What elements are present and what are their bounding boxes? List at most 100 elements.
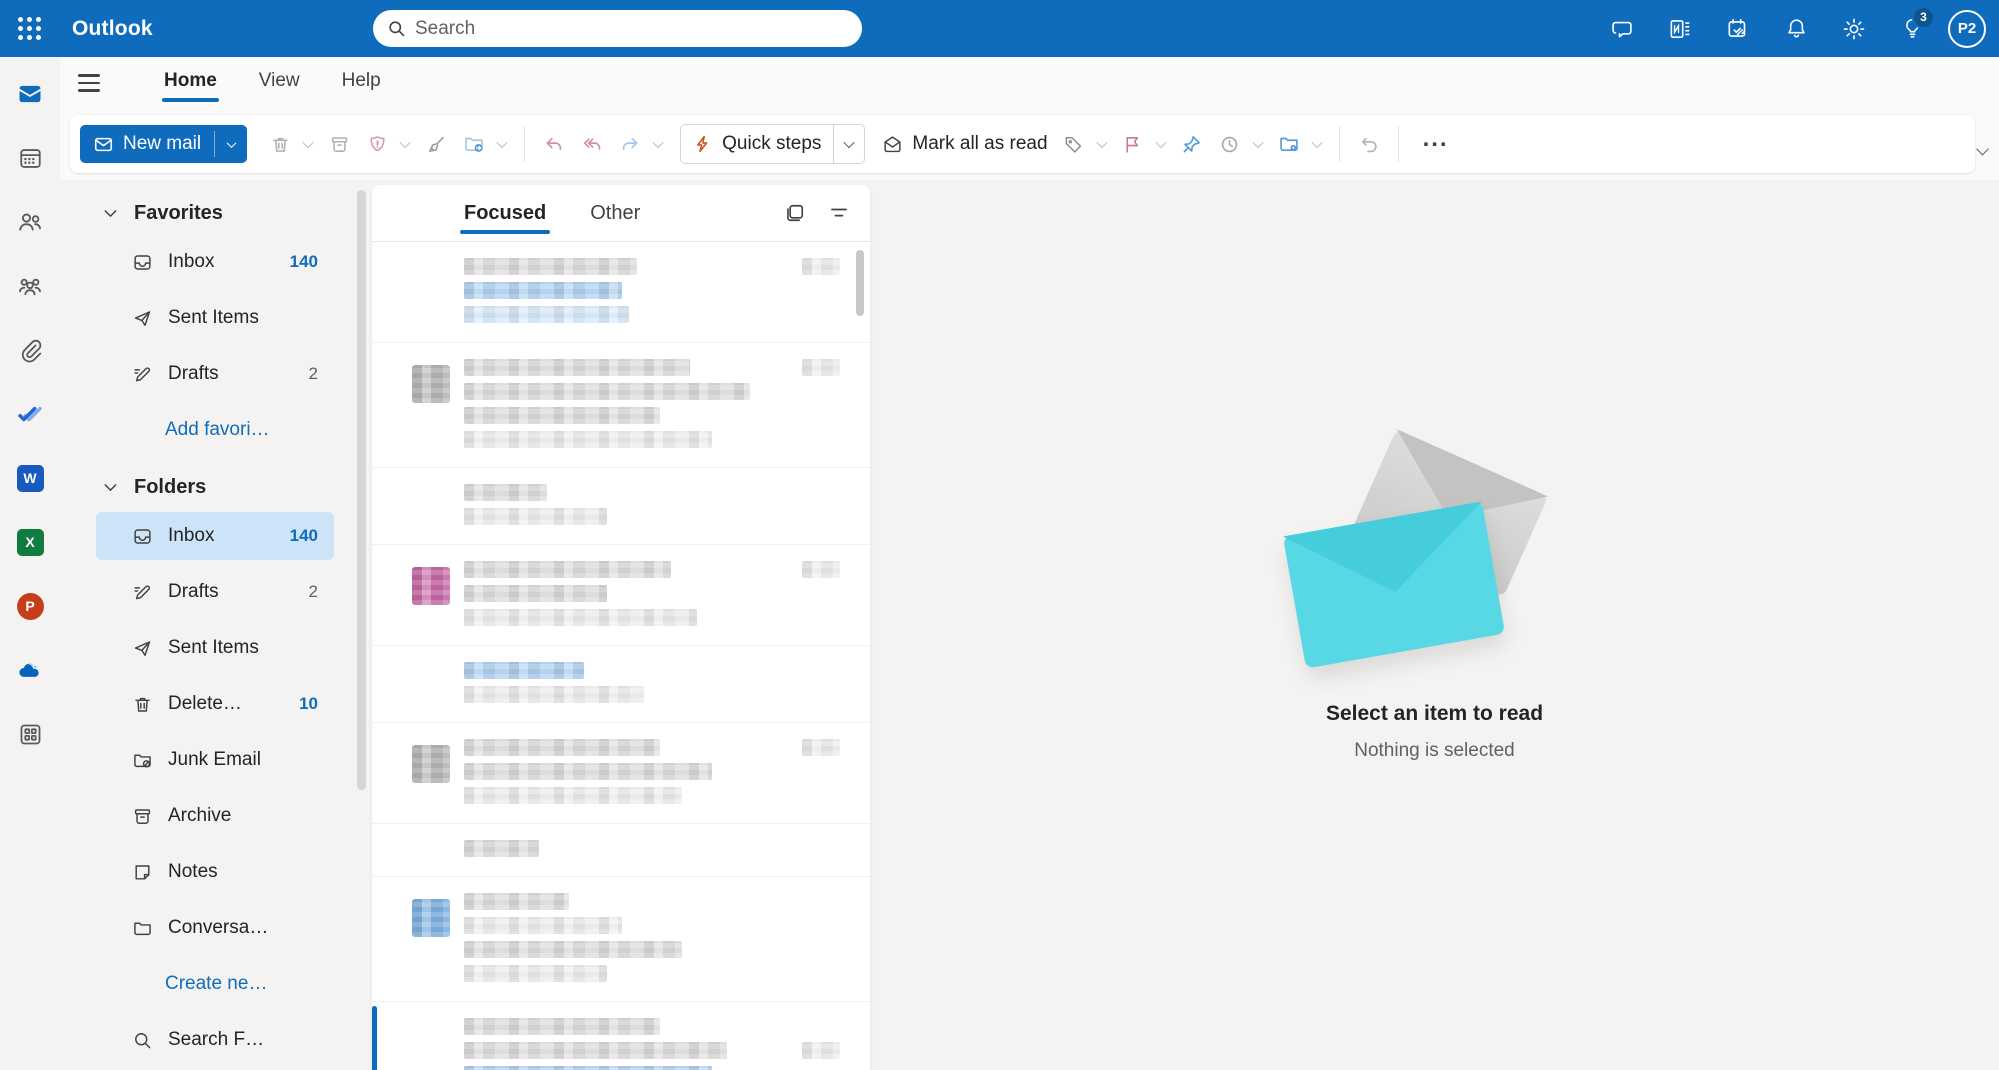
email-list-item[interactable] bbox=[372, 545, 870, 646]
folder-item-folder[interactable]: Conversa… bbox=[96, 904, 334, 952]
folder-section-header[interactable]: Favorites bbox=[60, 188, 372, 238]
chevron-down-icon bbox=[1976, 142, 1989, 155]
people-icon bbox=[16, 208, 44, 236]
folder-section-label: Folders bbox=[134, 476, 206, 499]
report-dropdown[interactable] bbox=[396, 125, 414, 163]
tag-button[interactable] bbox=[1055, 125, 1093, 163]
rail-files-button[interactable] bbox=[6, 321, 54, 379]
archive-button[interactable] bbox=[320, 125, 358, 163]
flag-button[interactable] bbox=[1114, 125, 1152, 163]
folder-item-inbox[interactable]: Inbox140 bbox=[96, 238, 334, 286]
onenote-feed-icon bbox=[1667, 16, 1693, 42]
select-messages-button[interactable] bbox=[778, 196, 812, 230]
settings-button[interactable] bbox=[1829, 4, 1879, 54]
hamburger-icon bbox=[78, 74, 100, 91]
rail-powerpoint-button[interactable]: P bbox=[6, 577, 54, 635]
delete-button[interactable] bbox=[261, 125, 299, 163]
rail-people-button[interactable] bbox=[6, 193, 54, 251]
folder-item-drafts[interactable]: Drafts2 bbox=[96, 568, 334, 616]
junk-email-icon bbox=[132, 750, 153, 771]
sweep-button[interactable] bbox=[417, 125, 455, 163]
folder-item-junk[interactable]: Junk Email bbox=[96, 736, 334, 784]
tab-view[interactable]: View bbox=[245, 60, 314, 106]
reading-pane: Select an item to read Nothing is select… bbox=[870, 185, 1999, 1070]
app-launcher-button[interactable] bbox=[0, 0, 58, 57]
teams-chat-button[interactable] bbox=[1597, 4, 1647, 54]
redacted-text-row bbox=[464, 965, 840, 982]
rail-calendar-button[interactable] bbox=[6, 129, 54, 187]
email-list-item[interactable] bbox=[372, 646, 870, 723]
filter-button[interactable] bbox=[822, 196, 856, 230]
tag-dropdown[interactable] bbox=[1093, 125, 1111, 163]
more-options-button[interactable]: ... bbox=[1409, 125, 1463, 163]
rail-more-apps-button[interactable] bbox=[6, 705, 54, 763]
rules-dropdown[interactable] bbox=[1308, 125, 1326, 163]
forward-button[interactable] bbox=[611, 125, 649, 163]
notifications-button[interactable] bbox=[1771, 4, 1821, 54]
rail-todo-button[interactable] bbox=[6, 385, 54, 443]
drafts-icon bbox=[132, 582, 153, 603]
rail-excel-button[interactable]: X bbox=[6, 513, 54, 571]
folder-pane-scrollbar[interactable] bbox=[357, 190, 366, 790]
undo-button[interactable] bbox=[1350, 125, 1388, 163]
reply-button[interactable] bbox=[535, 125, 573, 163]
search-input[interactable] bbox=[415, 18, 848, 40]
rail-word-button[interactable]: W bbox=[6, 449, 54, 507]
move-to-dropdown[interactable] bbox=[493, 125, 511, 163]
folder-item-send[interactable]: Sent Items bbox=[96, 624, 334, 672]
email-list-item[interactable] bbox=[372, 1002, 870, 1070]
mark-all-read-button[interactable]: Mark all as read bbox=[875, 125, 1054, 163]
rail-onedrive-button[interactable] bbox=[6, 641, 54, 699]
tab-focused[interactable]: Focused bbox=[450, 185, 560, 241]
my-day-button[interactable] bbox=[1713, 4, 1763, 54]
folder-item-send[interactable]: Sent Items bbox=[96, 294, 334, 342]
reply-all-button[interactable] bbox=[573, 125, 611, 163]
folder-pane-toggle-button[interactable] bbox=[60, 57, 118, 109]
folder-item-search[interactable]: Search F… bbox=[96, 1016, 334, 1064]
snooze-dropdown[interactable] bbox=[1249, 125, 1267, 163]
quick-steps-button[interactable]: Quick steps bbox=[681, 125, 833, 163]
redacted-timestamp bbox=[802, 258, 840, 275]
folder-item-inbox[interactable]: Inbox140 bbox=[96, 512, 334, 560]
folder-count: 2 bbox=[309, 582, 318, 602]
snooze-button[interactable] bbox=[1211, 125, 1249, 163]
rail-groups-button[interactable] bbox=[6, 257, 54, 315]
tab-other[interactable]: Other bbox=[576, 185, 654, 241]
folder-pane-link[interactable]: Create ne… bbox=[96, 960, 336, 1008]
tips-button[interactable]: 3 bbox=[1887, 4, 1937, 54]
folder-item-drafts[interactable]: Drafts2 bbox=[96, 350, 334, 398]
email-list-item[interactable] bbox=[372, 468, 870, 545]
folder-item-notes[interactable]: Notes bbox=[96, 848, 334, 896]
email-list-item[interactable] bbox=[372, 242, 870, 343]
quick-steps-dropdown[interactable] bbox=[834, 125, 864, 163]
email-list-item[interactable] bbox=[372, 343, 870, 468]
folder-item-trash[interactable]: Delete…10 bbox=[96, 680, 334, 728]
email-list-item[interactable] bbox=[372, 824, 870, 877]
delete-dropdown[interactable] bbox=[299, 125, 317, 163]
rules-button[interactable] bbox=[1270, 125, 1308, 163]
collapse-ribbon-button[interactable] bbox=[1969, 137, 1995, 163]
tab-home[interactable]: Home bbox=[150, 60, 231, 106]
folder-pane-link[interactable]: Add favori… bbox=[96, 406, 336, 454]
move-to-button[interactable] bbox=[455, 125, 493, 163]
folder-item-archive[interactable]: Archive bbox=[96, 792, 334, 840]
redacted-text-row bbox=[464, 787, 840, 804]
search-bar[interactable] bbox=[373, 10, 862, 47]
message-list-pane: Focused Other bbox=[372, 185, 870, 1070]
email-list-item[interactable] bbox=[372, 877, 870, 1002]
folder-pane: FavoritesInbox140Sent ItemsDrafts2Add fa… bbox=[60, 188, 372, 1070]
pin-button[interactable] bbox=[1173, 125, 1211, 163]
flag-dropdown[interactable] bbox=[1152, 125, 1170, 163]
redacted-text bbox=[464, 1042, 727, 1059]
folder-section-header[interactable]: Folders bbox=[60, 462, 372, 512]
tab-help[interactable]: Help bbox=[328, 60, 395, 106]
rail-mail-button[interactable] bbox=[6, 65, 54, 123]
new-mail-button[interactable]: New mail bbox=[80, 125, 214, 163]
new-mail-dropdown[interactable] bbox=[215, 125, 247, 163]
account-button[interactable]: P2 bbox=[1945, 7, 1989, 51]
redacted-text-row bbox=[464, 431, 840, 448]
onenote-feed-button[interactable] bbox=[1655, 4, 1705, 54]
forward-dropdown[interactable] bbox=[649, 125, 667, 163]
report-button[interactable] bbox=[358, 125, 396, 163]
email-list-item[interactable] bbox=[372, 723, 870, 824]
